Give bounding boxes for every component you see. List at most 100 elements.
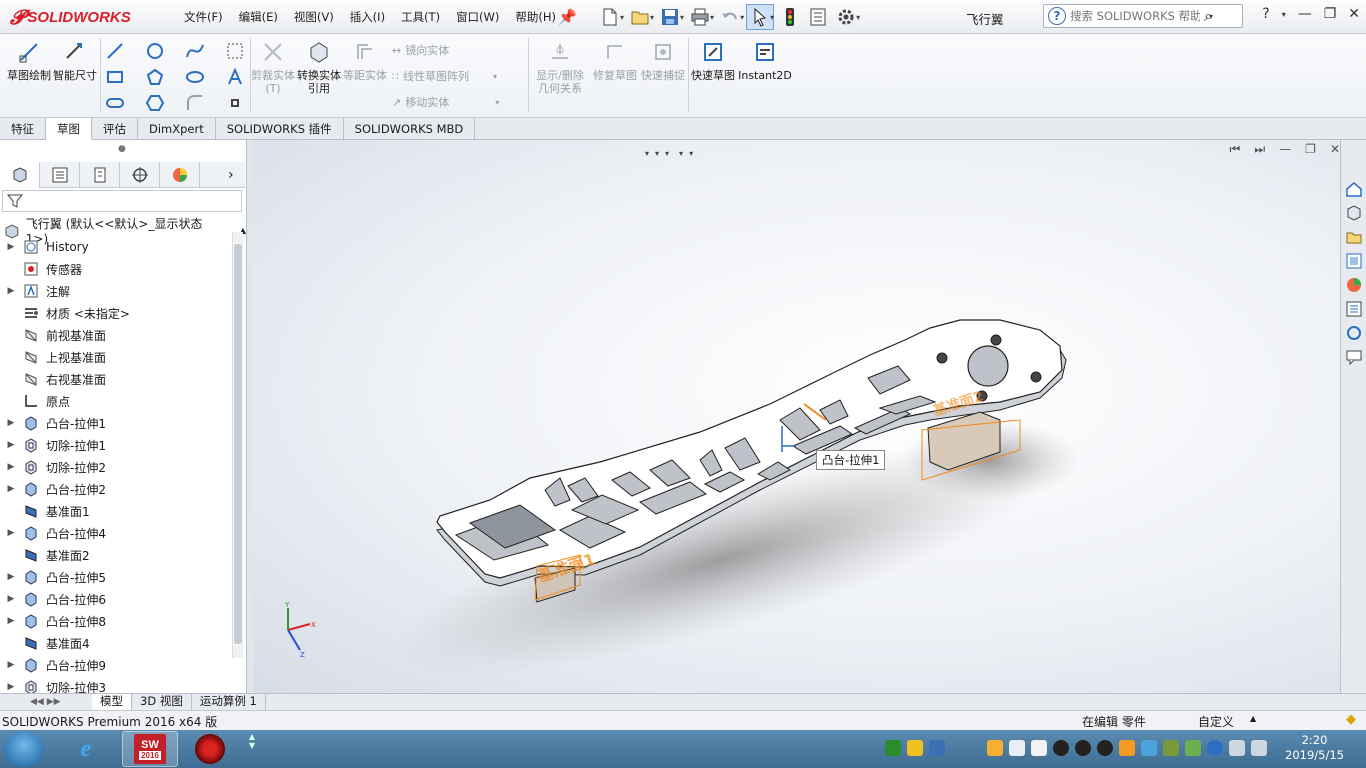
tree-node[interactable]: ▶ 凸台-拉伸5 [0, 566, 232, 588]
help-search-box[interactable]: ? ⌕ ▾ [1043, 4, 1243, 28]
repair-sketch-button[interactable]: 修复草图 [592, 40, 638, 82]
restore-icon[interactable]: ❐ [1324, 6, 1337, 22]
move-entities-button[interactable]: ↗ 移动实体 ▾ [392, 94, 499, 110]
tray-icon-4[interactable] [987, 740, 1003, 756]
rectangle-tool-button[interactable] [104, 66, 126, 88]
tray-icon-bluetooth[interactable] [1207, 740, 1223, 756]
tree-node[interactable]: 原点 [0, 390, 232, 412]
menu-help[interactable]: 帮助(H) [507, 9, 564, 25]
hexagon-tool-button[interactable] [144, 92, 166, 114]
scrollbar-thumb[interactable] [234, 244, 242, 644]
tab-property-manager[interactable] [40, 162, 80, 188]
construction-tool-button[interactable] [224, 40, 246, 62]
tree-node[interactable]: ▶ 凸台-拉伸9 [0, 654, 232, 676]
smart-dimension-button[interactable]: 智能尺寸 [52, 40, 98, 82]
tab-mbd[interactable]: SOLIDWORKS MBD [344, 118, 476, 140]
tab-design-library[interactable] [1343, 202, 1365, 224]
menu-file[interactable]: 文件(F) [176, 9, 231, 25]
tree-node[interactable]: 材质 <未指定> [0, 302, 232, 324]
tabs-overflow-icon[interactable]: › [228, 162, 234, 187]
expand-arrow-icon[interactable]: ▶ [4, 616, 18, 626]
units-dropdown-icon[interactable]: ▲ [1250, 714, 1256, 723]
menu-view[interactable]: 视图(V) [286, 9, 342, 25]
tree-filter[interactable] [2, 190, 242, 212]
linear-pattern-button[interactable]: ∷ 线性草图阵列 ▾ [392, 68, 497, 84]
tray-icon-cloud[interactable] [1009, 740, 1025, 756]
trim-entities-button[interactable]: 剪裁实体(T) [250, 40, 296, 95]
tray-icon-qq-1[interactable] [1053, 740, 1069, 756]
tree-node[interactable]: 传感器 [0, 258, 232, 280]
expand-arrow-icon[interactable]: ▶ [4, 286, 18, 296]
taskbar-app-3[interactable] [182, 731, 238, 767]
help-button[interactable]: ? [1262, 6, 1269, 22]
tray-icon-battery[interactable] [1031, 740, 1047, 756]
slot-tool-button[interactable] [104, 92, 126, 114]
save-dropdown-icon[interactable]: ▾ [680, 13, 684, 22]
tab-3d-views[interactable]: 3D 视图 [132, 694, 192, 710]
tree-node[interactable]: ▶ 凸台-拉伸8 [0, 610, 232, 632]
tree-node[interactable]: ▶ History [0, 236, 232, 258]
tree-node[interactable]: ▶ 切除-拉伸1 [0, 434, 232, 456]
line-tool-button[interactable] [104, 40, 126, 62]
tree-node[interactable]: 上视基准面 [0, 346, 232, 368]
tab-forum[interactable] [1343, 322, 1365, 344]
minimize-icon[interactable]: — [1298, 6, 1312, 22]
fillet-tool-button[interactable] [184, 92, 206, 114]
expand-arrow-icon[interactable]: ▶ [4, 682, 18, 692]
tab-file-explorer[interactable] [1343, 226, 1365, 248]
rebuild-button[interactable] [776, 4, 804, 30]
ellipse-tool-button[interactable] [184, 66, 206, 88]
help-search-input[interactable] [1070, 9, 1200, 23]
expand-arrow-icon[interactable]: ▶ [4, 440, 18, 450]
expand-arrow-icon[interactable]: ▶ [4, 484, 18, 494]
circle-tool-button[interactable] [144, 40, 166, 62]
undo-dropdown-icon[interactable]: ▾ [740, 13, 744, 22]
tray-icon-6[interactable] [1141, 740, 1157, 756]
tab-features[interactable]: 特征 [0, 118, 46, 140]
tab-model[interactable]: 模型 [92, 694, 132, 710]
feature-tree-scrollbar[interactable] [232, 232, 243, 658]
help-dropdown-icon[interactable]: ▾ [1282, 10, 1286, 19]
menu-window[interactable]: 窗口(W) [448, 9, 507, 25]
panel-grip-icon[interactable]: ● [118, 144, 126, 154]
pattern-dropdown-icon[interactable]: ▾ [493, 72, 497, 81]
tab-sketch[interactable]: 草图 [46, 118, 92, 140]
tab-solidworks-resources[interactable] [1343, 178, 1365, 200]
unit-system[interactable]: 自定义 [1198, 713, 1234, 730]
quick-snaps-button[interactable]: 快速捕捉 [640, 40, 686, 82]
tray-icon-volume[interactable] [1251, 740, 1267, 756]
tab-view-palette[interactable] [1343, 250, 1365, 272]
point-tool-button[interactable] [224, 92, 246, 114]
tab-nav-arrows[interactable]: ◀◀ ▶▶ [0, 697, 92, 707]
tray-icon-nvidia[interactable] [1185, 740, 1201, 756]
solidworks-logo[interactable]: 𝓟 SOLIDWORKS [10, 5, 131, 29]
system-clock[interactable]: 2:20 2019/5/15 [1285, 733, 1344, 763]
search-dropdown-icon[interactable]: ▾ [1209, 12, 1213, 21]
expand-arrow-icon[interactable]: ▶ [4, 660, 18, 670]
file-properties-button[interactable] [804, 4, 832, 30]
pin-icon[interactable]: 📌 [558, 8, 577, 26]
tree-node[interactable]: ▶ 凸台-拉伸4 [0, 522, 232, 544]
expand-arrow-icon[interactable]: ▶ [4, 242, 18, 252]
tab-addins[interactable]: SOLIDWORKS 插件 [216, 118, 344, 140]
rapid-sketch-button[interactable]: 快速草图 [690, 40, 736, 82]
spline-tool-button[interactable] [184, 40, 206, 62]
tray-icon-2[interactable] [907, 740, 923, 756]
tab-evaluate[interactable]: 评估 [92, 118, 138, 140]
tab-dimxpert[interactable]: DimXpert [138, 118, 216, 140]
move-dropdown-icon[interactable]: ▾ [495, 98, 499, 107]
menu-tools[interactable]: 工具(T) [393, 9, 448, 25]
tree-node[interactable]: 基准面4 [0, 632, 232, 654]
expand-arrow-icon[interactable]: ▶ [4, 594, 18, 604]
tree-node[interactable]: ▶ 切除-拉伸2 [0, 456, 232, 478]
tray-icon-security[interactable] [885, 740, 901, 756]
tree-node[interactable]: 基准面1 [0, 500, 232, 522]
tab-feature-tree[interactable] [0, 162, 40, 188]
tab-dimxpert-manager[interactable] [120, 162, 160, 188]
tree-node[interactable]: ▶ 凸台-拉伸6 [0, 588, 232, 610]
offset-entities-button[interactable]: 等距实体 [342, 40, 388, 82]
tray-icon-qq-2[interactable] [1075, 740, 1091, 756]
tab-configuration-manager[interactable] [80, 162, 120, 188]
expand-arrow-icon[interactable]: ▶ [4, 572, 18, 582]
wing-arm-model[interactable]: 基准面1 基准面2 Y X Z [253, 140, 1340, 693]
